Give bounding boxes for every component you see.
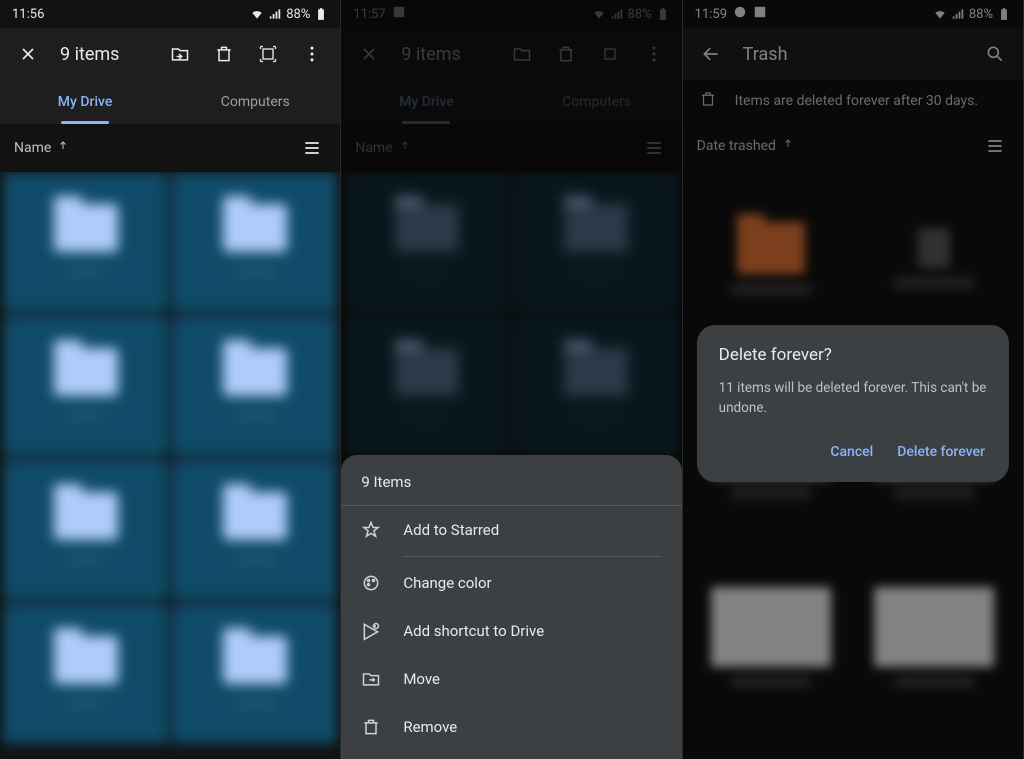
sheet-item-move[interactable]: Move bbox=[341, 655, 681, 703]
move-to-icon[interactable] bbox=[160, 34, 200, 74]
signal-icon bbox=[268, 7, 282, 22]
battery-icon bbox=[314, 7, 328, 22]
folder-item[interactable]: — — — bbox=[3, 460, 168, 600]
sheet-item-star[interactable]: Add to Starred bbox=[341, 506, 681, 554]
folder-item[interactable]: — — — bbox=[3, 172, 168, 312]
cancel-button[interactable]: Cancel bbox=[828, 438, 875, 466]
dialog-title: Delete forever? bbox=[719, 345, 987, 365]
wifi-icon bbox=[250, 7, 264, 22]
folder-item[interactable]: — — — bbox=[172, 316, 337, 456]
status-time: 11:56 bbox=[12, 7, 44, 22]
bottom-sheet: 9 Items Add to Starred Change color Add … bbox=[341, 455, 681, 759]
sheet-item-label: Change color bbox=[403, 574, 491, 592]
folder-item[interactable]: — — — bbox=[3, 316, 168, 456]
shortcut-icon bbox=[361, 621, 381, 641]
remove-icon bbox=[361, 717, 381, 737]
battery-text: 88% bbox=[286, 7, 310, 22]
sheet-item-shortcut[interactable]: Add shortcut to Drive bbox=[341, 607, 681, 655]
sheet-item-color[interactable]: Change color bbox=[341, 559, 681, 607]
sort-row: Name bbox=[0, 124, 340, 172]
screen-overflow-sheet: 11:57 88% 9 items My Drive Computers bbox=[341, 0, 682, 759]
dialog-actions: Cancel Delete forever bbox=[719, 438, 987, 466]
palette-icon bbox=[361, 573, 381, 593]
screen-trash-dialog: 11:59 88% Trash Items are deleted foreve… bbox=[683, 0, 1024, 759]
app-bar: 9 items bbox=[0, 28, 340, 80]
sort-button[interactable]: Name bbox=[14, 140, 69, 156]
status-bar: 11:56 88% bbox=[0, 0, 340, 28]
close-icon[interactable] bbox=[8, 34, 48, 74]
delete-forever-dialog: Delete forever? 11 items will be deleted… bbox=[697, 325, 1009, 482]
view-toggle-icon[interactable] bbox=[298, 134, 326, 162]
star-icon bbox=[361, 520, 381, 540]
divider bbox=[403, 556, 661, 557]
folder-item[interactable]: — — — bbox=[3, 604, 168, 744]
sheet-item-label: Remove bbox=[403, 718, 457, 736]
overflow-icon[interactable] bbox=[292, 34, 332, 74]
sheet-item-remove[interactable]: Remove bbox=[341, 703, 681, 751]
screen-selection: 11:56 88% 9 items My Drive Computers bbox=[0, 0, 341, 759]
selection-title: 9 items bbox=[52, 44, 156, 65]
folder-item[interactable]: — — — bbox=[172, 172, 337, 312]
sheet-header: 9 Items bbox=[341, 455, 681, 506]
select-all-icon[interactable] bbox=[248, 34, 288, 74]
dialog-body: 11 items will be deleted forever. This c… bbox=[719, 379, 987, 418]
trash-icon[interactable] bbox=[204, 34, 244, 74]
folder-grid: — — — — — — — — — — — — — — — — — — — — … bbox=[0, 172, 340, 759]
tab-my-drive[interactable]: My Drive bbox=[0, 80, 170, 124]
sort-arrow-icon bbox=[57, 140, 69, 156]
delete-forever-button[interactable]: Delete forever bbox=[895, 438, 987, 466]
sheet-item-label: Move bbox=[403, 670, 440, 688]
tabs: My Drive Computers bbox=[0, 80, 340, 124]
tab-computers[interactable]: Computers bbox=[170, 80, 340, 124]
sheet-item-label: Add to Starred bbox=[403, 521, 499, 539]
sheet-item-label: Add shortcut to Drive bbox=[403, 622, 544, 640]
move-icon bbox=[361, 669, 381, 689]
sort-label-text: Name bbox=[14, 140, 51, 156]
folder-item[interactable]: — — — bbox=[172, 604, 337, 744]
folder-item[interactable]: — — — bbox=[172, 460, 337, 600]
